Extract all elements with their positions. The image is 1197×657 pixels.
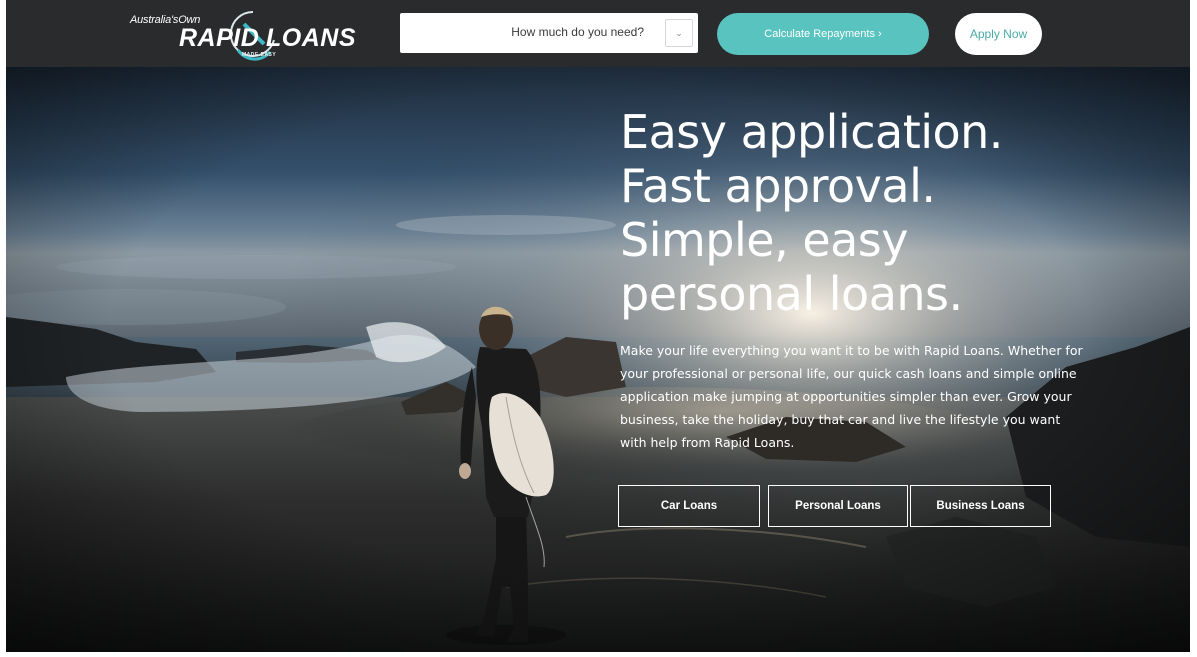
headline-line-4: personal loans. [620, 267, 963, 321]
personal-loans-button[interactable]: Personal Loans [768, 485, 908, 527]
logo-word-rapid: RAPID [179, 24, 260, 52]
page-frame: Australia'sOwn RAPID LOANS MADE EASY How… [6, 0, 1190, 652]
hero-intro-text: Make your life everything you want it to… [620, 343, 1083, 450]
hero-section: Easy application. Fast approval. Simple,… [6, 67, 1190, 652]
car-loans-button[interactable]: Car Loans [618, 485, 760, 527]
business-loans-button[interactable]: Business Loans [910, 485, 1051, 527]
loan-amount-value: How much do you need? [511, 25, 644, 39]
headline-line-1: Easy application. [620, 105, 1003, 159]
logo-word-loans: LOANS [266, 24, 356, 52]
logo-subtitle: MADE EASY [242, 52, 277, 58]
loan-amount-select[interactable]: How much do you need? ⌄ [400, 13, 698, 53]
hero-headline: Easy application. Fast approval. Simple,… [620, 105, 1003, 321]
headline-line-2: Fast approval. [620, 159, 936, 213]
site-logo[interactable]: Australia'sOwn RAPID LOANS MADE EASY [124, 10, 364, 61]
headline-line-3: Simple, easy [620, 213, 908, 267]
chevron-down-icon[interactable]: ⌄ [665, 19, 693, 47]
site-header: Australia'sOwn RAPID LOANS MADE EASY How… [6, 0, 1190, 67]
calculate-repayments-button[interactable]: Calculate Repayments › [717, 13, 929, 55]
apply-now-button[interactable]: Apply Now [955, 13, 1042, 55]
